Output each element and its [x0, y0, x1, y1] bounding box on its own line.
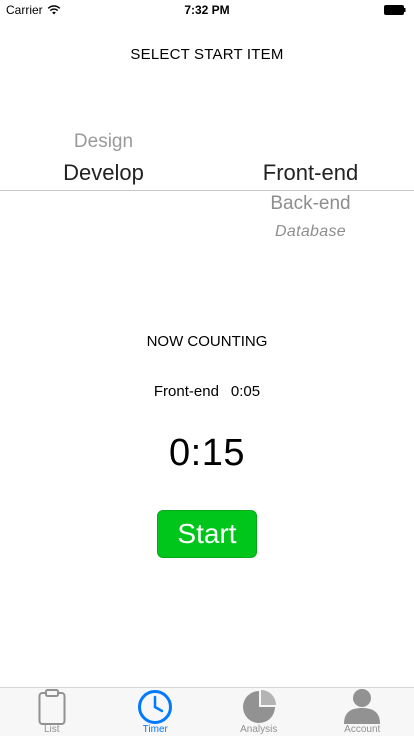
status-time: 7:32 PM — [184, 3, 230, 17]
current-item-name: Front-end — [153, 383, 219, 400]
clock-icon — [135, 688, 175, 726]
picker-option-selected[interactable]: Develop — [0, 160, 207, 186]
tab-label: Account — [344, 724, 381, 735]
current-item-time: 0:05 — [230, 383, 261, 400]
now-counting-title: NOW COUNTING — [146, 333, 268, 350]
item-picker[interactable]: Design Develop Front-end Back-end Databa… — [0, 125, 414, 245]
picker-option-selected[interactable]: Front-end — [207, 160, 414, 186]
picker-option-below[interactable]: Back-end — [207, 193, 414, 215]
pie-chart-icon — [239, 688, 279, 726]
start-button[interactable]: Start — [157, 510, 257, 558]
person-icon — [342, 688, 382, 726]
tab-label: List — [43, 724, 60, 735]
clipboard-icon — [32, 688, 72, 726]
timer-display: 0:15 — [169, 432, 245, 474]
tab-account[interactable]: Account — [311, 688, 414, 736]
tab-timer[interactable]: Timer — [104, 688, 208, 736]
picker-column-subcategory[interactable]: Front-end Back-end Database — [207, 125, 414, 245]
status-bar: Carrier 7:32 PM — [0, 0, 414, 20]
picker-option-below[interactable]: Database — [207, 223, 414, 241]
screen: Carrier 7:32 PM SELECT START ITEM Design… — [0, 0, 414, 736]
tab-bar: List Timer Analysis Account — [0, 687, 414, 736]
tab-analysis[interactable]: Analysis — [207, 688, 311, 736]
picker-column-category[interactable]: Design Develop — [0, 125, 207, 245]
picker-option-above[interactable]: Design — [0, 131, 207, 153]
battery-icon — [384, 5, 406, 15]
current-item-row: Front-end 0:05 — [0, 383, 414, 400]
tab-label: Timer — [142, 724, 168, 735]
tab-label: Analysis — [240, 724, 278, 735]
tab-list[interactable]: List — [0, 688, 104, 736]
select-start-item-title: SELECT START ITEM — [130, 46, 284, 63]
